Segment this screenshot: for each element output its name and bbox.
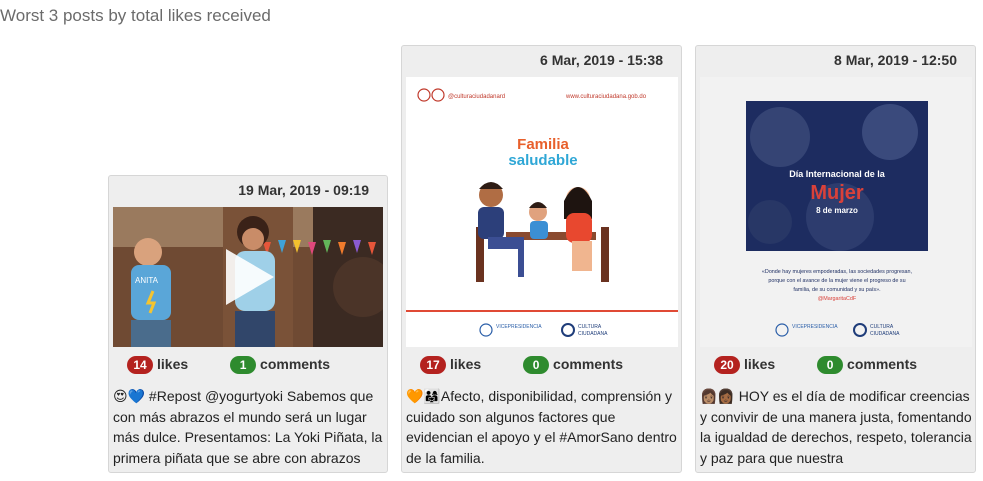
post-caption: 👩🏽👩🏾 HOY es el día de modificar creencia… bbox=[700, 388, 972, 466]
shirt-text: ANITA bbox=[135, 276, 159, 285]
logo-cultura-line1: CULTURA bbox=[870, 324, 894, 330]
post-stats: 14 likes 1 comments bbox=[127, 356, 387, 376]
comments-label: comments bbox=[847, 356, 918, 372]
logo-vicepresidencia: VICEPRESIDENCIA bbox=[792, 324, 838, 330]
image-quote-handle: @MargaritaCdF bbox=[818, 296, 857, 302]
logo-cultura-line1: CULTURA bbox=[578, 324, 602, 330]
comments-label: comments bbox=[553, 356, 624, 372]
likes-label: likes bbox=[157, 356, 189, 372]
post-video-thumbnail[interactable]: ANITA bbox=[113, 207, 383, 347]
likes-count-badge: 20 bbox=[714, 356, 740, 375]
likes-count-badge: 17 bbox=[420, 356, 446, 375]
post-date: 19 Mar, 2019 - 09:19 bbox=[238, 182, 369, 198]
image-line3: 8 de marzo bbox=[816, 206, 858, 215]
post-card[interactable]: 6 Mar, 2019 - 15:38 @culturaciudadanard … bbox=[401, 45, 682, 473]
likes-label: likes bbox=[450, 356, 482, 372]
image-line2: Mujer bbox=[810, 182, 864, 204]
comments-count-badge: 0 bbox=[523, 356, 550, 375]
social-handle: @culturaciudadanard bbox=[448, 94, 505, 100]
image-quote-line2: porque con el avance de la mujer viene e… bbox=[768, 278, 905, 284]
image-heading-line1: Familia bbox=[517, 136, 569, 153]
image-line1: Día Internacional de la bbox=[789, 169, 886, 179]
post-card[interactable]: 8 Mar, 2019 - 12:50 Día Internacional de… bbox=[695, 45, 976, 473]
post-stats: 17 likes 0 comments bbox=[420, 356, 680, 376]
post-date: 6 Mar, 2019 - 15:38 bbox=[540, 52, 663, 68]
website-url: www.culturaciudadana.gob.do bbox=[565, 94, 647, 100]
play-icon[interactable] bbox=[216, 245, 280, 309]
likes-count-badge: 14 bbox=[127, 356, 153, 375]
post-card[interactable]: 19 Mar, 2019 - 09:19 ANITA 14 likes 1 co… bbox=[108, 175, 388, 473]
comments-label: comments bbox=[260, 356, 331, 372]
image-heading-line2: saludable bbox=[508, 152, 577, 169]
logo-cultura-line2: CIUDADANA bbox=[870, 331, 900, 337]
image-quote-line1: «Donde hay mujeres empoderadas, las soci… bbox=[762, 269, 913, 275]
post-image[interactable]: Día Internacional de la Mujer 8 de marzo… bbox=[700, 77, 972, 347]
post-caption: 😍💙 #Repost @yogurtyoki Sabemos que con m… bbox=[113, 388, 383, 466]
logo-vicepresidencia: VICEPRESIDENCIA bbox=[496, 324, 542, 330]
likes-label: likes bbox=[744, 356, 776, 372]
section-title: Worst 3 posts by total likes received bbox=[0, 6, 271, 25]
comments-count-badge: 0 bbox=[817, 356, 844, 375]
post-date: 8 Mar, 2019 - 12:50 bbox=[834, 52, 957, 68]
post-image[interactable]: @culturaciudadanard www.culturaciudadana… bbox=[406, 77, 678, 347]
image-quote-line3: familia, de su comunidad y su país». bbox=[793, 287, 880, 293]
post-caption: 🧡👨‍👩‍👧Afecto, disponibilidad, comprensió… bbox=[406, 388, 677, 466]
post-stats: 20 likes 0 comments bbox=[714, 356, 974, 376]
logo-cultura-line2: CIUDADANA bbox=[578, 331, 608, 337]
comments-count-badge: 1 bbox=[230, 356, 257, 375]
